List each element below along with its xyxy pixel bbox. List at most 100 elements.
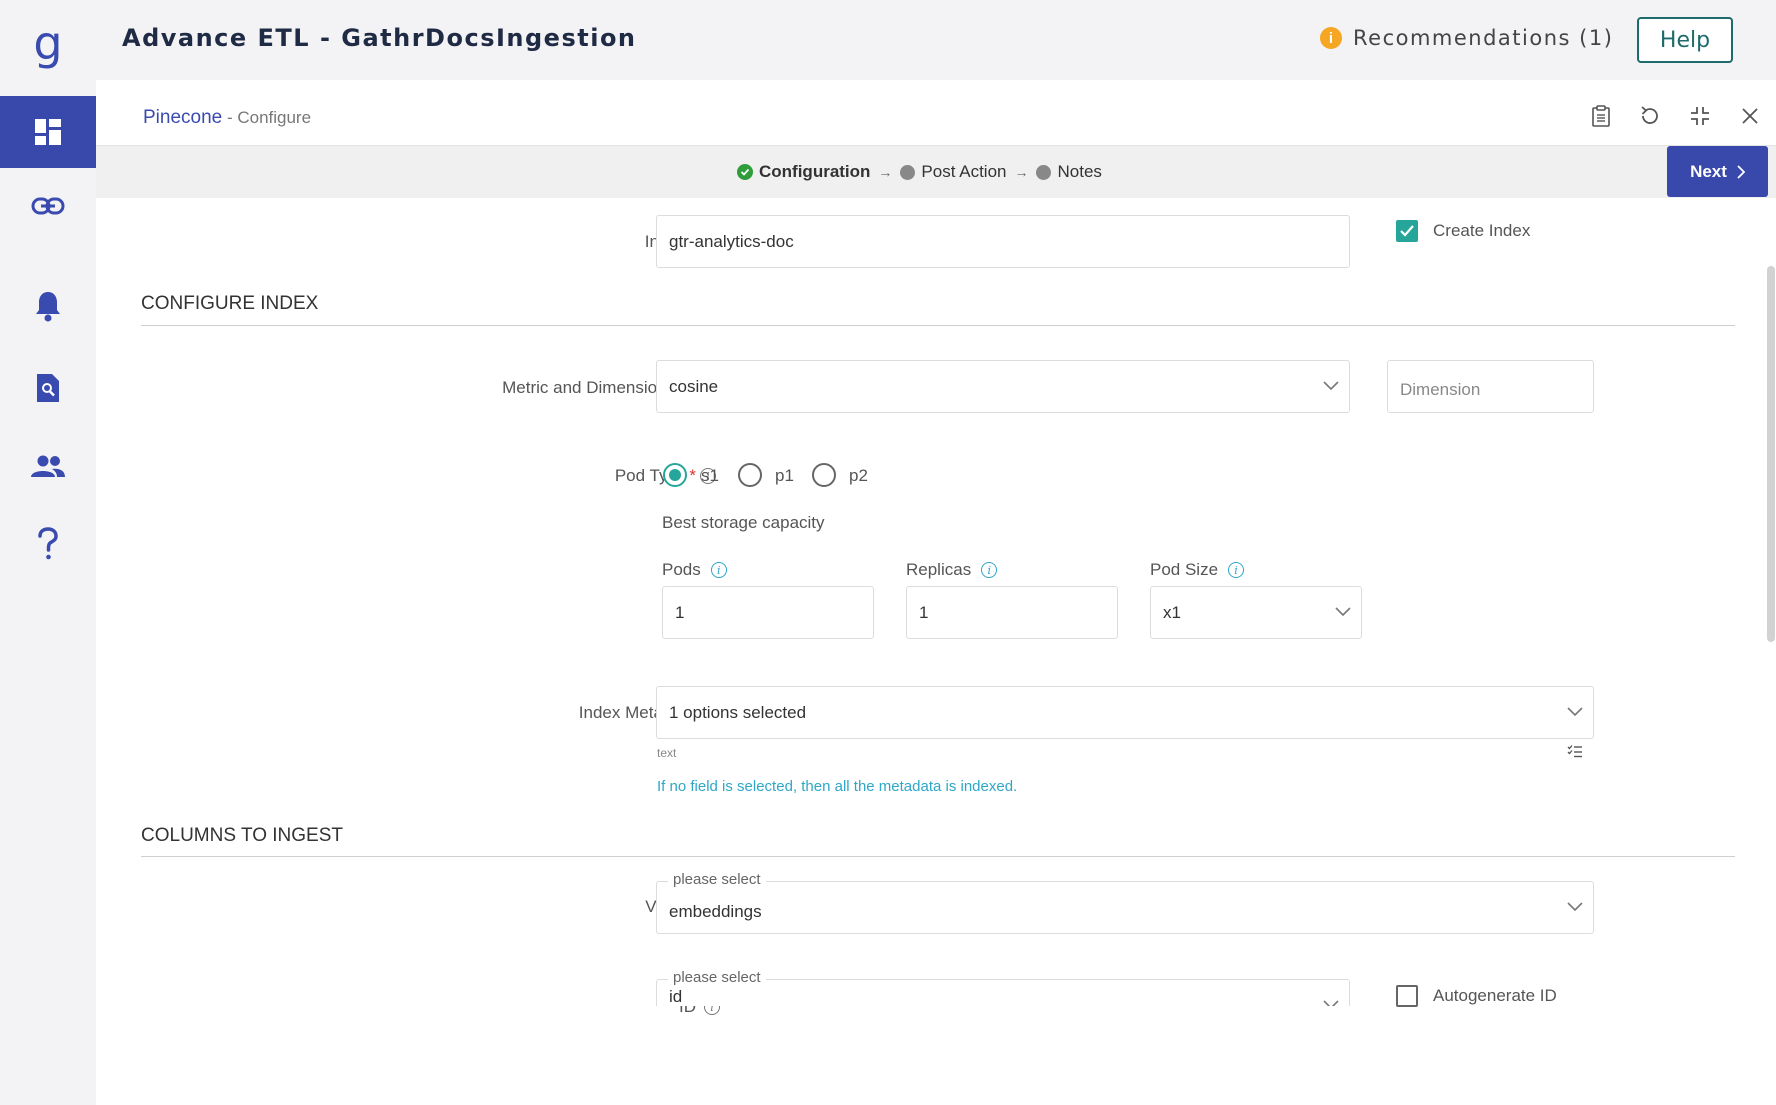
id-float-label: please select	[668, 969, 766, 986]
app-logo[interactable]: g	[0, 0, 96, 96]
sidebar: g	[0, 0, 96, 1105]
close-icon[interactable]	[1738, 104, 1762, 128]
info-alert-icon: i	[1320, 27, 1342, 49]
replicas-value: 1	[919, 602, 929, 622]
checklist-icon[interactable]	[1567, 744, 1583, 758]
panel-footer-space	[96, 1027, 1776, 1105]
values-float-label: please select	[668, 871, 766, 888]
info-icon[interactable]: i	[981, 562, 998, 578]
next-label: Next	[1690, 161, 1727, 181]
breadcrumb-main[interactable]: Pinecone	[143, 107, 222, 128]
step-indicator: Configuration → Post Action → Notes	[737, 162, 1102, 182]
chevron-down-icon	[1323, 380, 1339, 390]
autogenerate-id-label[interactable]: Autogenerate ID	[1433, 986, 1557, 1006]
step-label: Post Action	[921, 162, 1007, 181]
check-circle-icon	[737, 164, 753, 180]
pod-type-radio-s1[interactable]	[663, 463, 687, 487]
step-label: Notes	[1057, 162, 1102, 181]
values-value: embeddings	[669, 901, 762, 921]
index-metadata-hint: If no field is selected, then all the me…	[657, 778, 1018, 795]
metric-label: Metric and Dimension(s)*i	[296, 376, 716, 400]
index-metadata-select[interactable]: 1 options selected	[656, 686, 1594, 739]
sidebar-item-help[interactable]	[0, 508, 96, 580]
step-label: Configuration	[759, 162, 871, 181]
collapse-icon[interactable]	[1688, 104, 1712, 128]
required-mark: *	[689, 466, 696, 485]
help-button[interactable]: Help	[1637, 17, 1733, 63]
create-index-checkbox[interactable]	[1396, 220, 1418, 242]
bell-icon	[36, 292, 60, 322]
people-icon	[31, 455, 65, 477]
label-text: Pod Size	[1150, 560, 1219, 579]
sidebar-item-search[interactable]	[0, 352, 96, 424]
values-select[interactable]: embeddings	[656, 881, 1594, 934]
refresh-icon[interactable]	[1638, 104, 1662, 128]
breadcrumb-sub: - Configure	[222, 108, 312, 127]
info-icon[interactable]: i	[1228, 562, 1245, 578]
section-title-columns-to-ingest: COLUMNS TO INGEST	[141, 825, 343, 846]
chevron-down-icon	[1567, 706, 1583, 716]
replicas-input[interactable]: 1	[906, 586, 1118, 639]
chevron-down-icon	[1323, 1000, 1339, 1006]
arrow-right-icon: →	[878, 164, 893, 180]
recommendations-label: Recommendations (1)	[1353, 26, 1614, 50]
arrow-right-icon: →	[1014, 164, 1029, 180]
chevron-right-icon	[1737, 164, 1745, 179]
logo-glyph: g	[33, 16, 63, 70]
pod-type-description: Best storage capacity	[662, 513, 825, 532]
pod-type-label-p1[interactable]: p1	[775, 466, 794, 486]
step-dot-icon	[1036, 164, 1052, 180]
step-dot-icon	[900, 164, 916, 180]
configure-panel: Pinecone - Configure Configuration → Pos…	[96, 80, 1776, 1105]
sidebar-item-notifications[interactable]	[0, 270, 96, 342]
section-divider	[141, 325, 1735, 326]
scrollbar[interactable]	[1767, 266, 1775, 642]
step-post-action[interactable]: Post Action	[900, 162, 1006, 182]
step-notes[interactable]: Notes	[1036, 162, 1102, 182]
section-divider	[141, 856, 1735, 857]
autogenerate-id-checkbox[interactable]	[1396, 985, 1418, 1007]
label-text: Replicas	[906, 560, 972, 579]
label-text: Pods	[662, 560, 701, 579]
chevron-down-icon	[1335, 606, 1351, 616]
index-metadata-caption: text	[657, 746, 677, 760]
pod-type-label-p2[interactable]: p2	[849, 466, 868, 486]
id-value: id	[669, 987, 683, 1006]
metric-select[interactable]: cosine	[656, 360, 1350, 413]
steps-bar: Configuration → Post Action → Notes Next	[96, 146, 1776, 198]
step-configuration[interactable]: Configuration	[737, 162, 870, 182]
sidebar-item-connections[interactable]	[0, 170, 96, 242]
clipboard-icon[interactable]	[1589, 104, 1613, 128]
pods-input[interactable]: 1	[662, 586, 874, 639]
index-input[interactable]: gtr-analytics-doc	[656, 215, 1350, 268]
metric-value: cosine	[669, 376, 719, 396]
panel-header: Pinecone - Configure	[96, 80, 1776, 146]
section-title-configure-index: CONFIGURE INDEX	[141, 293, 319, 314]
check-icon	[1400, 225, 1414, 237]
create-index-label[interactable]: Create Index	[1433, 221, 1530, 241]
pods-value: 1	[675, 602, 685, 622]
dimension-placeholder: Dimension	[1400, 379, 1481, 399]
chevron-down-icon	[1567, 901, 1583, 911]
index-metadata-value: 1 options selected	[669, 702, 807, 722]
breadcrumb: Pinecone - Configure	[143, 107, 311, 129]
pod-type-radio-p1[interactable]	[738, 463, 762, 487]
sidebar-item-users[interactable]	[0, 430, 96, 502]
recommendations-button[interactable]: i Recommendations (1)	[1320, 26, 1613, 50]
pod-size-label: Pod Size i	[1150, 560, 1245, 580]
question-icon	[38, 527, 58, 560]
index-value: gtr-analytics-doc	[669, 231, 794, 251]
replicas-label: Replicas i	[906, 560, 998, 580]
app-title: Advance ETL - GathrDocsIngestion	[122, 24, 637, 52]
next-button[interactable]: Next	[1667, 146, 1768, 197]
pod-type-label-s1[interactable]: s1	[701, 466, 719, 486]
dashboard-icon	[35, 119, 61, 145]
pod-size-select[interactable]: x1	[1150, 586, 1362, 639]
pod-type-radio-p2[interactable]	[812, 463, 836, 487]
top-header: Advance ETL - GathrDocsIngestion i Recom…	[96, 0, 1776, 80]
link-icon	[31, 197, 65, 215]
info-icon[interactable]: i	[710, 562, 727, 578]
dimension-input[interactable]: Dimension	[1387, 360, 1594, 413]
search-document-icon	[37, 374, 59, 402]
sidebar-item-dashboard[interactable]	[0, 96, 96, 168]
